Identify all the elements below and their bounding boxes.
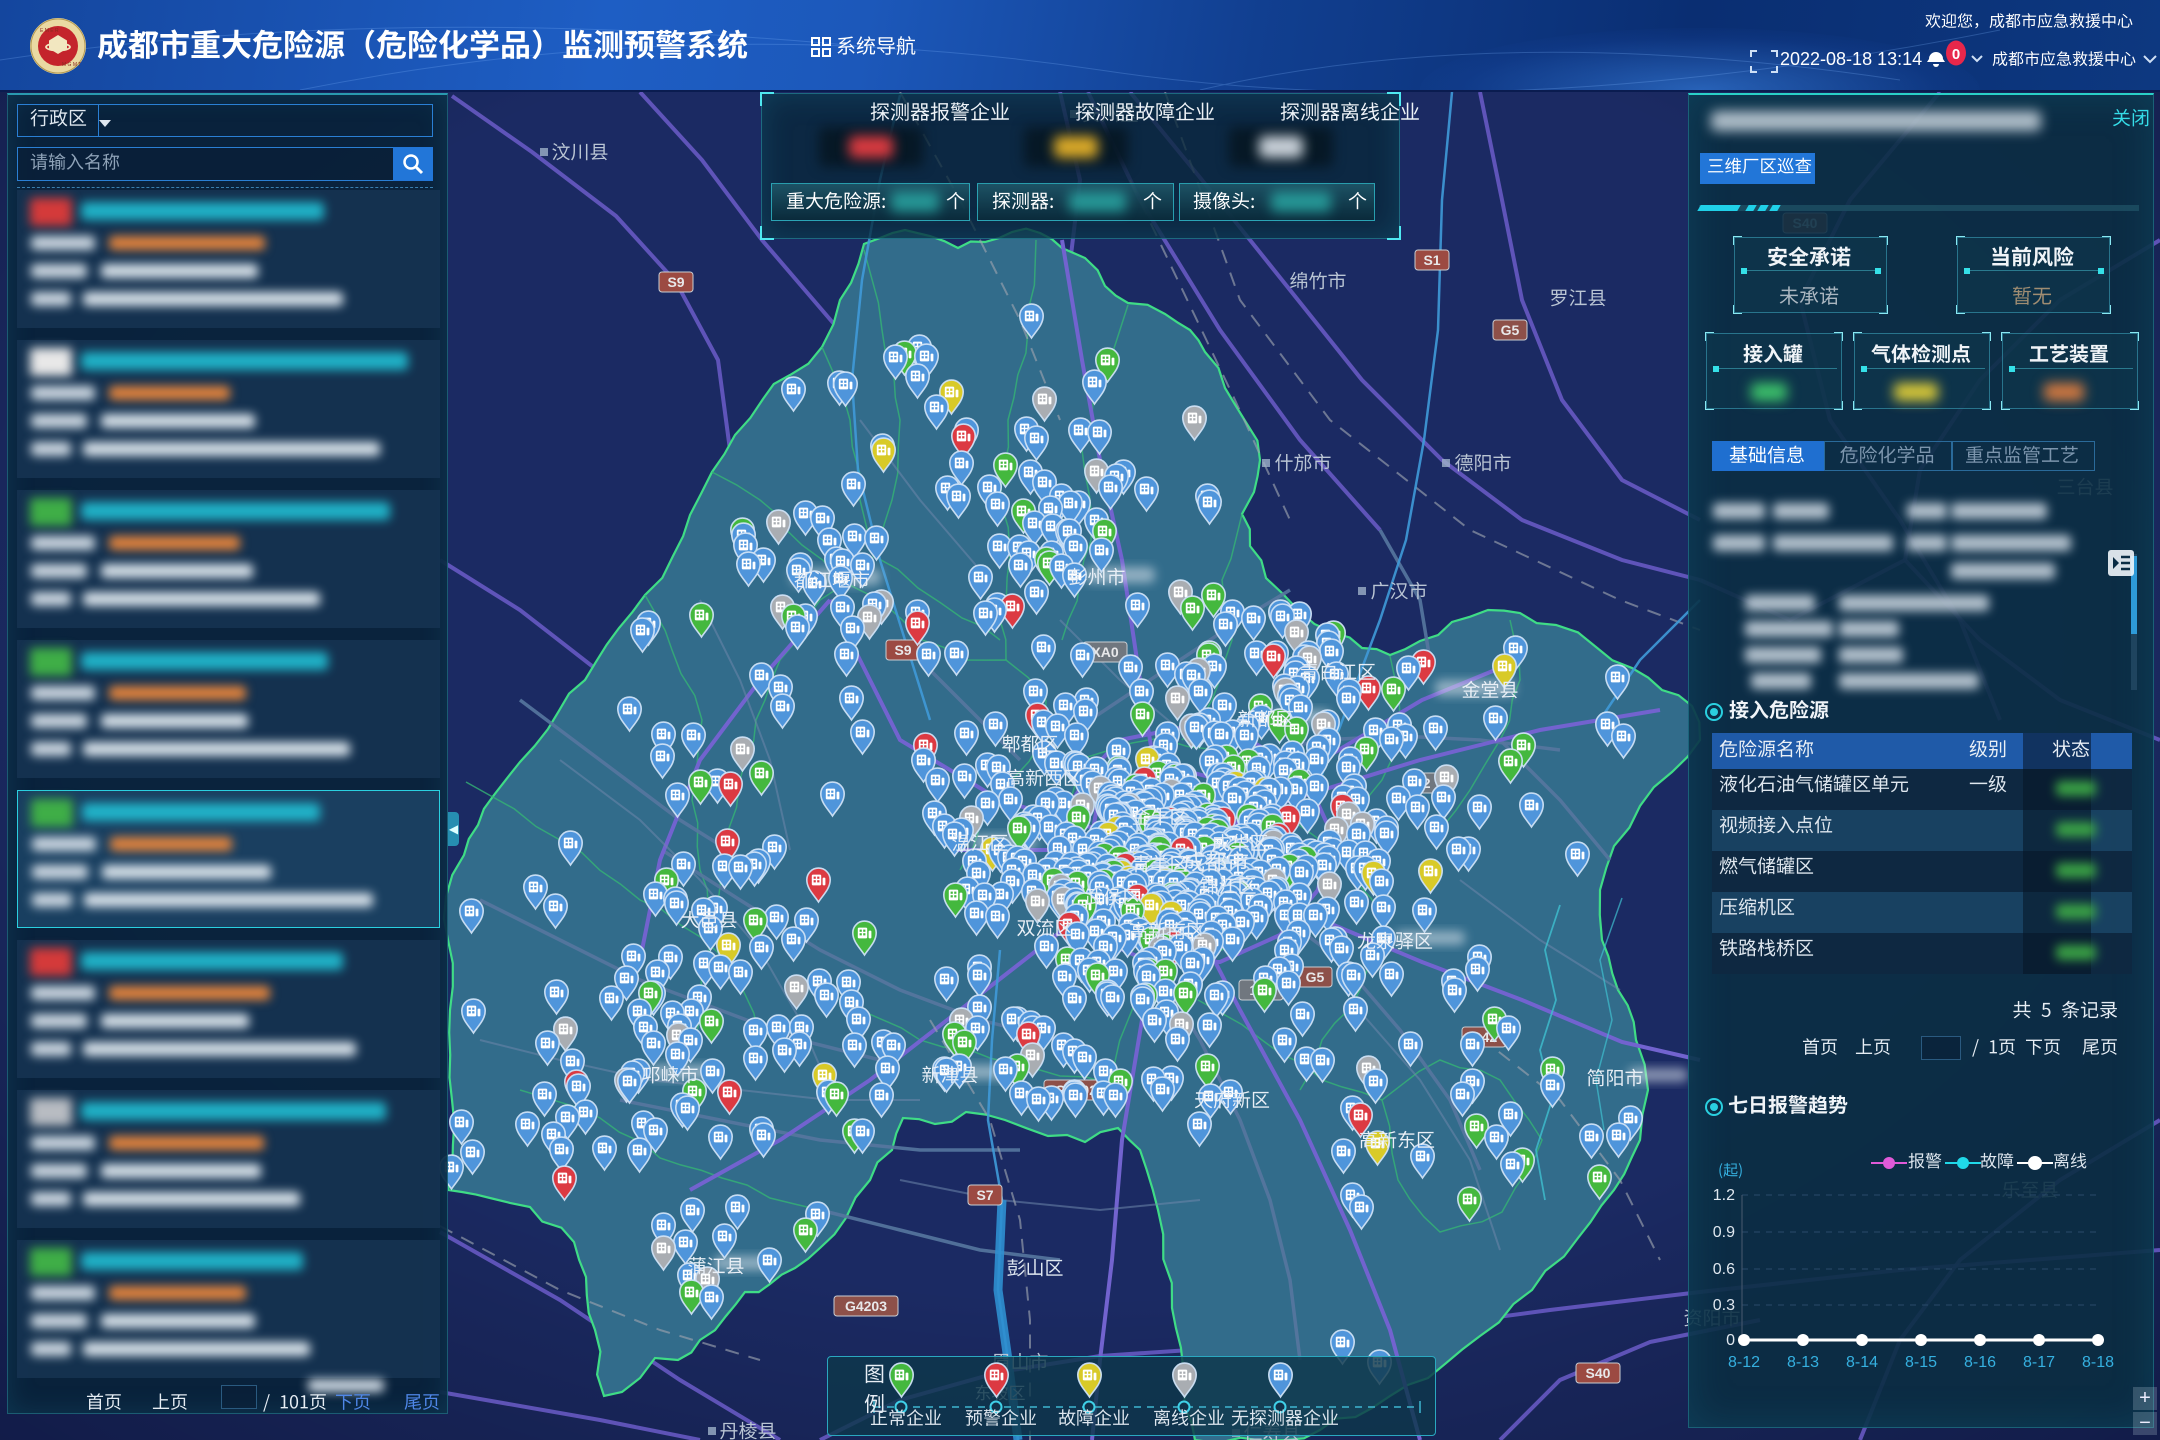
svg-text:S7: S7 [976,1187,993,1203]
svg-text:S1: S1 [1423,252,1440,268]
svg-text:8-16: 8-16 [1964,1354,1996,1371]
svg-text:8-12: 8-12 [1728,1354,1760,1371]
svg-text:0: 0 [1952,46,1960,63]
svg-text:8-14: 8-14 [1846,1354,1878,1371]
svg-text:0.6: 0.6 [1713,1261,1735,1278]
svg-text:8-17: 8-17 [2023,1354,2055,1371]
svg-text:0.3: 0.3 [1713,1297,1735,1314]
svg-text:1.2: 1.2 [1713,1187,1735,1204]
svg-text:2022-08-18 13:14: 2022-08-18 13:14 [1780,49,1922,69]
svg-text:8-18: 8-18 [2082,1354,2114,1371]
svg-text:S40: S40 [1586,1365,1611,1381]
svg-text:G5: G5 [1501,322,1520,338]
svg-text:G4203: G4203 [845,1298,887,1314]
svg-text:0: 0 [1726,1332,1735,1349]
svg-text:8-15: 8-15 [1905,1354,1937,1371]
svg-text:0.9: 0.9 [1713,1224,1735,1241]
svg-text:S9: S9 [894,642,911,658]
svg-text:M G M T: M G M T [62,62,81,68]
svg-text:8-13: 8-13 [1787,1354,1819,1371]
svg-text:G5: G5 [1306,969,1325,985]
svg-text:S9: S9 [667,274,684,290]
svg-text:XA0: XA0 [1091,644,1118,660]
svg-text:E M E R: E M E R [40,28,59,34]
